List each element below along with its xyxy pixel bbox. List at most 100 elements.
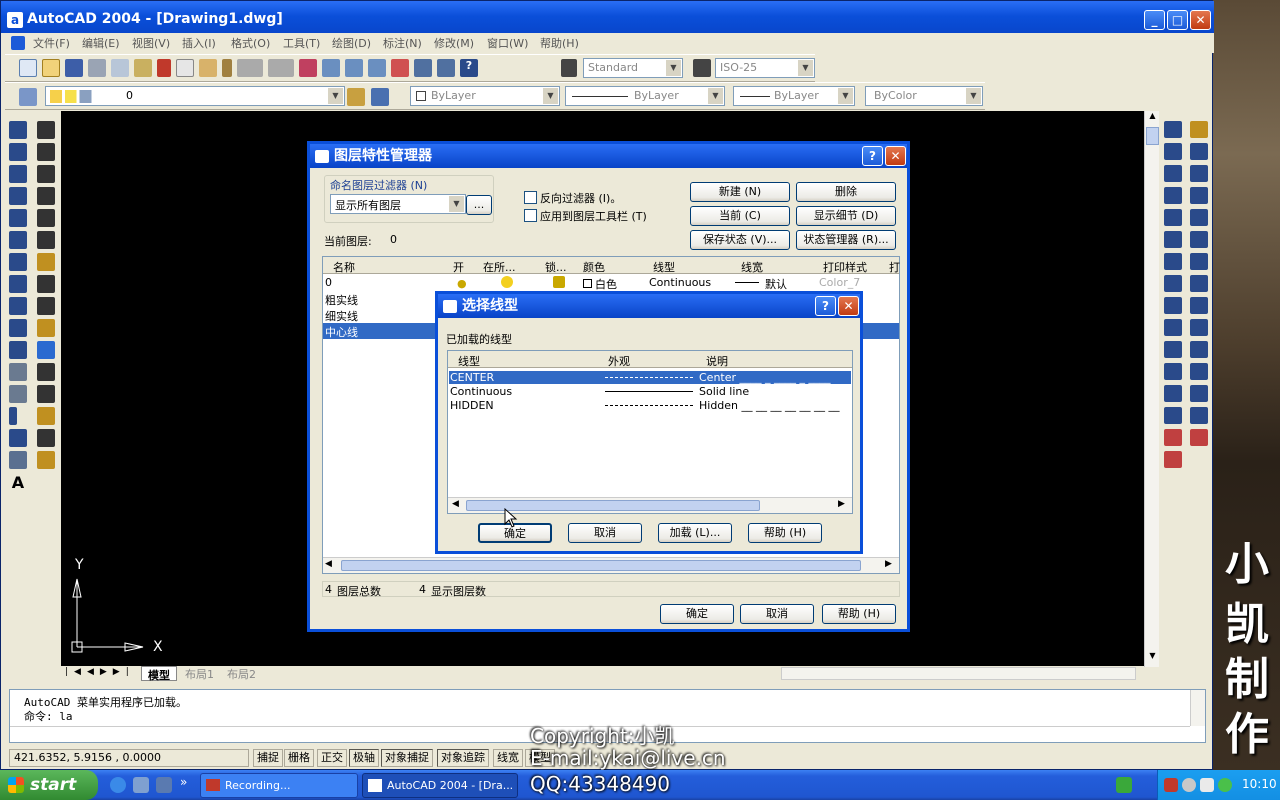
linetype-select[interactable]: ByLayer ▼ (565, 86, 725, 106)
scroll-down-arrow[interactable]: ▼ (1146, 651, 1159, 665)
diameter-dim-icon[interactable] (37, 209, 55, 227)
make-current-icon[interactable] (347, 88, 365, 106)
break-at-point-icon[interactable] (1190, 363, 1208, 380)
ordinate-dim-icon[interactable] (37, 165, 55, 183)
baseline-dim-icon[interactable] (37, 275, 55, 293)
snap-nearest-icon[interactable] (1164, 407, 1182, 424)
new-icon[interactable] (19, 59, 37, 77)
snap-intersection-icon[interactable] (1164, 187, 1182, 204)
paste-icon[interactable] (199, 59, 217, 77)
spline-icon[interactable] (9, 297, 27, 315)
filter-more-button[interactable]: ... (466, 195, 492, 215)
zoom-realtime-icon[interactable] (322, 59, 340, 77)
table-row-selected[interactable]: CENTER Center ____ _ ____ _ ____ (449, 371, 851, 384)
coordinate-readout[interactable]: 421.6352, 5.9156 , 0.0000 (9, 749, 249, 767)
layer-linetype[interactable]: Continuous (649, 276, 711, 289)
table-row[interactable]: Continuous Solid line (449, 385, 851, 398)
snap-extension-icon[interactable] (1164, 231, 1182, 248)
dim-update-icon[interactable] (37, 429, 55, 447)
snap-parallel-icon[interactable] (1164, 341, 1182, 358)
osnap-toggle[interactable]: 对象捕捉 (381, 749, 433, 767)
dim-style-icon[interactable] (37, 451, 55, 469)
snap-apparent-icon[interactable] (1164, 209, 1182, 226)
tray-wifi-icon[interactable] (1218, 778, 1232, 792)
tab-model[interactable]: 模型 (141, 666, 177, 682)
hatch-icon[interactable] (9, 429, 27, 447)
ellipse-arc-icon[interactable] (9, 341, 27, 359)
new-layer-button[interactable]: 新建 (N) (690, 182, 790, 202)
text-style-select[interactable]: Standard ▼ (583, 58, 683, 78)
col-name[interactable]: 名称 (333, 259, 355, 275)
scroll-up-arrow[interactable]: ▲ (1146, 111, 1159, 125)
doc-icon[interactable] (11, 36, 25, 50)
snap-midpoint-icon[interactable] (1164, 165, 1182, 182)
col-linetype[interactable]: 线型 (653, 259, 675, 275)
tab-layout1[interactable]: 布局1 (179, 666, 220, 681)
point-icon[interactable] (9, 407, 17, 425)
tab-layout2[interactable]: 布局2 (221, 666, 262, 681)
osnap-settings-icon[interactable] (1164, 451, 1182, 468)
scroll-thumb[interactable] (341, 560, 861, 571)
col-on[interactable]: 开 (453, 259, 464, 275)
color-select[interactable]: ByLayer ▼ (410, 86, 560, 106)
redo-icon[interactable] (268, 59, 294, 77)
layer-cancel-button[interactable]: 取消 (740, 604, 814, 624)
load-linetype-button[interactable]: 加载 (L)... (658, 523, 732, 543)
col-freeze[interactable]: 在所... (483, 259, 516, 275)
layer-previous-icon[interactable] (371, 88, 389, 106)
scroll-thumb[interactable] (1146, 127, 1159, 145)
linetype-cancel-button[interactable]: 取消 (568, 523, 642, 543)
offset-icon[interactable] (1190, 187, 1208, 204)
break-icon[interactable] (1164, 121, 1182, 138)
menu-window[interactable]: 窗口(W) (487, 35, 528, 51)
quicklaunch-icon[interactable] (133, 777, 149, 793)
grid-toggle[interactable]: 栅格 (284, 749, 314, 767)
scroll-right-arrow[interactable]: ▶ (885, 559, 892, 569)
extend-icon[interactable] (1190, 341, 1208, 358)
col-plot[interactable]: 打 (889, 259, 900, 275)
state-manager-button[interactable]: 状态管理器 (R)... (796, 230, 896, 250)
linetype-list[interactable]: 线型 外观 说明 CENTER Center ____ _ ____ _ ___… (447, 350, 853, 514)
vertical-scrollbar[interactable]: ▲ ▼ (1144, 111, 1159, 667)
layer-select[interactable]: 0 ▼ (45, 86, 345, 106)
plotstyle-select[interactable]: ByColor ▼ (865, 86, 983, 106)
horizontal-scrollbar[interactable] (781, 667, 1136, 680)
col-plotstyle[interactable]: 打印样式 (823, 259, 867, 275)
properties-icon[interactable] (391, 59, 409, 77)
explode-icon[interactable] (1190, 429, 1208, 446)
menu-draw[interactable]: 绘图(D) (332, 35, 371, 51)
col-appearance[interactable]: 外观 (608, 353, 630, 369)
help-icon[interactable]: ? (460, 59, 478, 77)
erase-icon[interactable] (1190, 121, 1208, 138)
polar-toggle[interactable]: 极轴 (349, 749, 379, 767)
layer-list-hscrollbar[interactable]: ◀ ▶ (323, 557, 899, 573)
menu-edit[interactable]: 编辑(E) (82, 35, 120, 51)
ortho-toggle[interactable]: 正交 (317, 749, 347, 767)
circle-icon[interactable] (9, 253, 27, 271)
snap-perpendicular-icon[interactable] (1164, 319, 1182, 336)
col-lineweight[interactable]: 线宽 (741, 259, 763, 275)
construction-line-icon[interactable] (9, 143, 27, 161)
qleader-icon[interactable] (37, 319, 55, 337)
delete-layer-button[interactable]: 删除 (796, 182, 896, 202)
menu-view[interactable]: 视图(V) (132, 35, 170, 51)
snap-toggle[interactable]: 捕捉 (253, 749, 283, 767)
move-icon[interactable] (1190, 231, 1208, 248)
scale-icon[interactable] (1190, 275, 1208, 292)
copy-object-icon[interactable] (1190, 143, 1208, 160)
table-row[interactable]: 0 ● 白色 Continuous 默认 Color_7 (323, 275, 899, 291)
quick-dim-icon[interactable] (37, 253, 55, 271)
menu-insert[interactable]: 插入(I) (182, 35, 216, 51)
menu-help[interactable]: 帮助(H) (540, 35, 579, 51)
apply-toolbar-checkbox[interactable] (524, 209, 537, 222)
tolerance-icon[interactable] (37, 341, 55, 359)
center-mark-icon[interactable] (37, 363, 55, 381)
dimedit-icon[interactable] (37, 385, 55, 403)
chamfer-icon[interactable] (1190, 385, 1208, 402)
trim-icon[interactable] (1190, 319, 1208, 336)
polygon-icon[interactable] (9, 187, 27, 205)
col-linetype[interactable]: 线型 (458, 353, 480, 369)
scroll-left-arrow[interactable]: ◀ (325, 559, 332, 569)
menu-modify[interactable]: 修改(M) (434, 35, 474, 51)
col-color[interactable]: 颜色 (583, 259, 605, 275)
